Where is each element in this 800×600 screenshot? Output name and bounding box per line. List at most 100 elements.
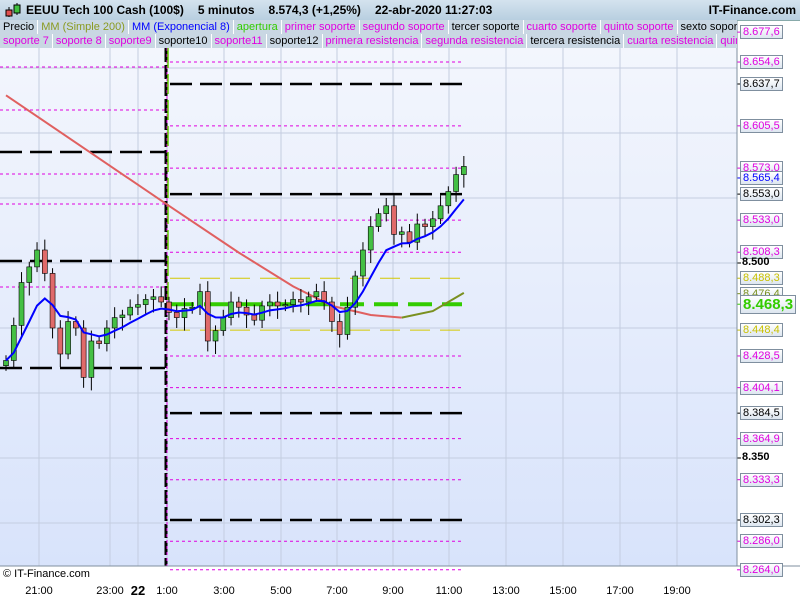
legend-item[interactable]: Precio	[0, 20, 39, 34]
price-axis-label: 8.654,6	[740, 55, 783, 70]
legend-item[interactable]: quinta resistencia	[717, 34, 737, 48]
price-axis-label: 8.468,3	[740, 295, 797, 315]
legend-item[interactable]: apertura	[233, 20, 282, 34]
candle	[267, 301, 273, 307]
candle	[96, 340, 102, 344]
time-axis-label: 13:00	[492, 585, 520, 597]
price-axis-label: 8.384,5	[740, 406, 783, 421]
candle	[204, 291, 211, 342]
candlestick-logo-icon	[5, 3, 21, 17]
price-axis-label: 8.677,6	[740, 25, 783, 40]
candle	[3, 360, 9, 366]
legend-item[interactable]: soporte11	[211, 34, 267, 48]
last-quote: 8.574,3 (+1,25%)	[268, 3, 361, 17]
time-axis-label: 17:00	[606, 585, 634, 597]
candle	[80, 327, 87, 378]
legend-item[interactable]: soporte 8	[52, 34, 106, 48]
candle	[111, 317, 118, 329]
price-axis-label: 8.302,3	[740, 513, 783, 527]
candle	[336, 321, 343, 335]
candle	[274, 301, 281, 307]
time-axis-label: 23:00	[96, 585, 124, 597]
time-axis-label: 19:00	[663, 585, 691, 597]
time-axis-label: 7:00	[326, 585, 348, 597]
time-axis-label: 21:00	[25, 585, 53, 597]
legend-item[interactable]: MM (Exponencial 8)	[128, 20, 234, 34]
price-axis-label: 8.605,5	[740, 118, 783, 133]
time-axis-label: 3:00	[213, 585, 235, 597]
price-axis-label: 8.364,9	[740, 431, 783, 446]
candle	[150, 296, 157, 300]
time-axis-label: 1:00	[156, 585, 178, 597]
candle	[406, 231, 413, 243]
candle	[391, 205, 397, 235]
price-axis-label: 8.565,4	[740, 170, 783, 185]
price-axis-label: 8.286,0	[740, 534, 783, 549]
candle	[251, 314, 258, 321]
price-axis-label: 8.428,5	[740, 348, 783, 363]
candle	[360, 249, 366, 277]
legend-item[interactable]: segunda resistencia	[422, 34, 528, 48]
candle	[398, 231, 405, 235]
timeframe[interactable]: 5 minutos	[198, 3, 255, 17]
legend-item[interactable]: soporte 7	[0, 34, 53, 48]
candle	[57, 327, 64, 355]
candle	[429, 218, 436, 227]
legend-item[interactable]: segundo soporte	[359, 20, 449, 34]
legend-item[interactable]: soporte10	[155, 34, 212, 48]
copyright: © IT-Finance.com	[3, 568, 90, 580]
datetime: 22-abr-2020 11:27:03	[374, 3, 493, 17]
candle	[367, 226, 374, 251]
candle	[212, 330, 219, 342]
price-axis-label: 8.500	[742, 256, 770, 268]
candle	[158, 296, 164, 303]
candle	[26, 266, 33, 283]
price-axis-label: 8.533,0	[740, 213, 783, 228]
price-axis-label: 8.264,0	[740, 562, 783, 577]
legend-item[interactable]: tercer soporte	[448, 20, 524, 34]
legend-item[interactable]: primera resistencia	[322, 34, 423, 48]
candle	[383, 205, 390, 214]
legend-item[interactable]: quinto soporte	[600, 20, 678, 34]
price-axis-label: 8.553,0	[740, 187, 783, 202]
candle	[142, 299, 149, 305]
time-axis-label: 11:00	[435, 585, 463, 597]
legend-item[interactable]: primer soporte	[281, 20, 360, 34]
candle	[375, 213, 382, 227]
candle	[445, 191, 452, 207]
candle	[135, 304, 141, 308]
candle	[34, 249, 40, 268]
price-axis-label: 8.448,4	[740, 323, 783, 338]
legend-item[interactable]: soporte9	[105, 34, 156, 48]
price-axis-label: 8.404,1	[740, 380, 783, 395]
candle	[18, 282, 25, 326]
legend-item[interactable]: sexto soporte	[677, 20, 737, 34]
candle	[437, 205, 444, 220]
time-axis-label: 5:00	[270, 585, 292, 597]
time-axis-label: 22	[130, 583, 146, 598]
candle	[282, 304, 289, 307]
legend-item[interactable]: soporte12	[266, 34, 323, 48]
candle	[236, 301, 242, 308]
candle	[305, 296, 312, 303]
legend-row-1: Precio MM (Simple 200) MM (Exponencial 8) a…	[0, 20, 737, 34]
legend-item[interactable]: MM (Simple 200)	[38, 20, 129, 34]
site-name: IT-Finance.com	[708, 3, 796, 17]
candle	[173, 312, 180, 318]
time-axis-label: 15:00	[549, 585, 577, 597]
legend-item[interactable]: tercera resistencia	[527, 34, 625, 48]
candle	[422, 223, 428, 227]
candle	[49, 273, 56, 329]
legend-item[interactable]: cuarto soporte	[523, 20, 601, 34]
price-axis-label: 8.488,3	[740, 271, 783, 286]
candle	[313, 291, 320, 298]
price-chart[interactable]	[0, 0, 800, 600]
candle	[41, 249, 48, 274]
legend-item[interactable]: cuarta resistencia	[624, 34, 718, 48]
candle	[220, 317, 227, 331]
candle	[88, 340, 95, 378]
candle	[453, 174, 459, 192]
instrument-title: EEUU Tech 100 Cash (100$)	[26, 3, 184, 17]
legend-row-2: soporte 7 soporte 8 soporte9 soporte10 sopor…	[0, 34, 737, 48]
candle	[127, 306, 133, 316]
